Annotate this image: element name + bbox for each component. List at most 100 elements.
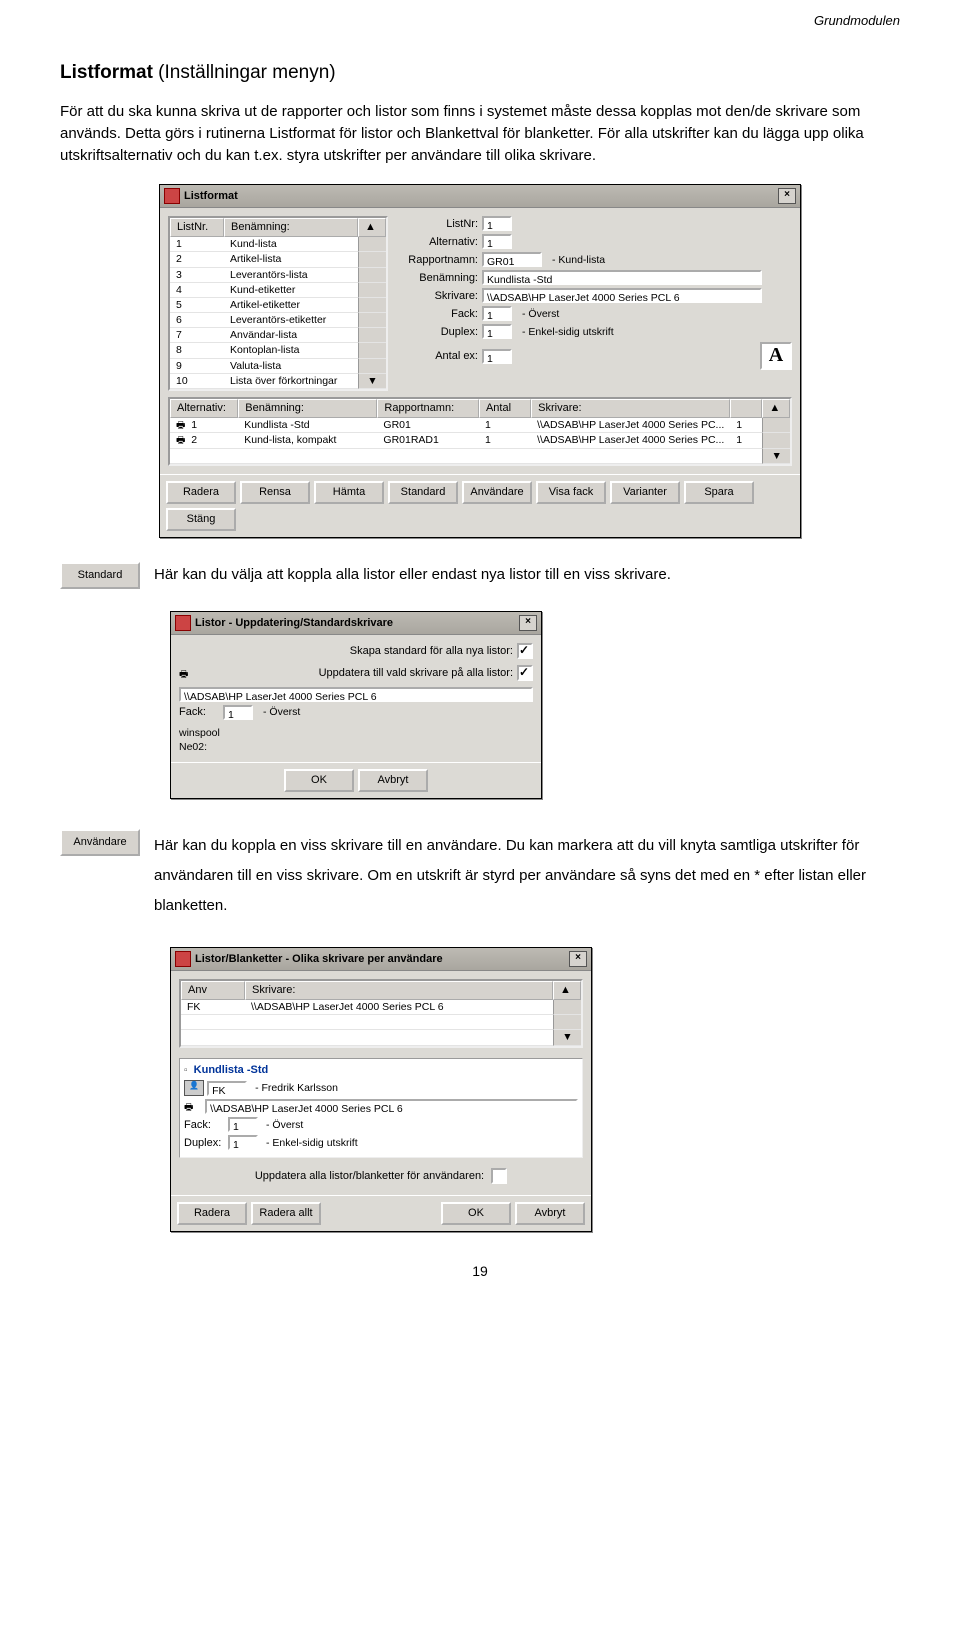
listformat-window: Listformat × ListNr. Benämning: ▲ 1Kund-… xyxy=(159,184,801,537)
col-alt: Alternativ: xyxy=(170,399,238,418)
col-anv: Anv xyxy=(181,981,245,1000)
duplex-desc: - Enkel-sidig utskrift xyxy=(522,325,614,339)
list-table[interactable]: ListNr. Benämning: ▲ 1Kund-lista 2Artike… xyxy=(168,216,388,391)
skrivare-field[interactable]: \\ADSAB\HP LaserJet 4000 Series PCL 6 xyxy=(482,288,762,303)
rensa-button[interactable]: Rensa xyxy=(240,481,310,504)
uppdatera-alla-checkbox[interactable] xyxy=(491,1168,507,1184)
list-item[interactable]: Leverantörs-lista xyxy=(224,268,358,283)
label-rapportnamn: Rapportnamn: xyxy=(398,253,482,268)
fack-field[interactable]: 1 xyxy=(228,1117,258,1132)
fack-desc: - Överst xyxy=(522,307,559,321)
app-icon xyxy=(175,951,191,967)
fk-field[interactable]: FK xyxy=(207,1081,247,1096)
ok-button[interactable]: OK xyxy=(284,769,354,792)
varianter-button[interactable]: Varianter xyxy=(610,481,680,504)
page-number: 19 xyxy=(60,1262,900,1281)
label-fack: Fack: xyxy=(398,307,482,322)
list-item[interactable]: Kontoplan-lista xyxy=(224,343,358,358)
list-item[interactable]: Leverantörs-etiketter xyxy=(224,313,358,328)
benamning-field[interactable]: Kundlista -Std xyxy=(482,270,762,285)
table-row[interactable]: FK\\ADSAB\HP LaserJet 4000 Series PCL 6 xyxy=(181,1000,581,1015)
uppdatera-checkbox[interactable] xyxy=(517,665,533,681)
rapportnamn-field[interactable]: GR01 xyxy=(482,252,542,267)
radera-button[interactable]: Radera xyxy=(177,1202,247,1225)
label-benamning: Benämning: xyxy=(398,271,482,286)
label-fack: Fack: xyxy=(179,705,223,720)
alternatives-table[interactable]: Alternativ: Benämning: Rapportnamn: Anta… xyxy=(168,397,792,466)
printer-field[interactable]: \\ADSAB\HP LaserJet 4000 Series PCL 6 xyxy=(179,687,533,702)
printer-icon xyxy=(179,662,188,684)
radera-allt-button[interactable]: Radera allt xyxy=(251,1202,321,1225)
printer-field[interactable]: \\ADSAB\HP LaserJet 4000 Series PCL 6 xyxy=(205,1099,578,1114)
label-skrivare: Skrivare: xyxy=(398,289,482,304)
label-duplex: Duplex: xyxy=(398,325,482,340)
close-icon[interactable]: × xyxy=(519,615,537,631)
list-item[interactable]: Kund-lista xyxy=(224,237,358,252)
hamta-button[interactable]: Hämta xyxy=(314,481,384,504)
stang-button[interactable]: Stäng xyxy=(166,508,236,531)
col-ben: Benämning: xyxy=(238,399,377,418)
table-row[interactable]: 2 Kund-lista, kompaktGR01RAD11\\ADSAB\HP… xyxy=(170,433,790,449)
list-item[interactable]: Artikel-etiketter xyxy=(224,298,358,313)
titlebar: Listformat × xyxy=(160,185,800,208)
avbryt-button[interactable]: Avbryt xyxy=(515,1202,585,1225)
label-uppdatera-alla: Uppdatera alla listor/blanketter för anv… xyxy=(255,1169,488,1184)
anvandare-section-button[interactable]: Användare xyxy=(60,829,140,856)
skapa-standard-checkbox[interactable] xyxy=(517,643,533,659)
duplex-field[interactable]: 1 xyxy=(482,324,512,339)
duplex-desc: - Enkel-sidig utskrift xyxy=(266,1136,358,1150)
window-title: Listor - Uppdatering/Standardskrivare xyxy=(195,616,519,631)
scroll-up-icon[interactable]: ▲ xyxy=(553,981,581,1000)
selected-list: Kundlista -Std xyxy=(194,1063,269,1078)
ok-button[interactable]: OK xyxy=(441,1202,511,1225)
window-title: Listor/Blanketter - Olika skrivare per a… xyxy=(195,952,569,967)
col-skrivare: Skrivare: xyxy=(531,399,730,418)
col-blank xyxy=(730,399,762,418)
scroll-down-icon[interactable]: ▼ xyxy=(358,374,386,389)
label-uppdatera: Uppdatera till vald skrivare på alla lis… xyxy=(196,666,517,681)
close-icon[interactable]: × xyxy=(569,951,587,967)
window-title: Listformat xyxy=(184,189,778,204)
rapportnamn-desc: - Kund-lista xyxy=(552,253,605,267)
label-listnr: ListNr: xyxy=(398,217,482,232)
duplex-field[interactable]: 1 xyxy=(228,1135,258,1150)
standard-button[interactable]: Standard xyxy=(388,481,458,504)
scroll-up-icon[interactable]: ▲ xyxy=(762,399,790,418)
listnr-field[interactable]: 1 xyxy=(482,216,512,231)
heading: Listformat (Inställningar menyn) xyxy=(60,60,900,86)
label-skapa-standard: Skapa standard för alla nya listor: xyxy=(350,644,517,659)
avbryt-button[interactable]: Avbryt xyxy=(358,769,428,792)
extra-text: winspool xyxy=(179,726,533,740)
scroll-down-icon[interactable]: ▼ xyxy=(553,1030,581,1045)
scroll-up-icon[interactable]: ▲ xyxy=(358,218,386,237)
col-listnr: ListNr. xyxy=(170,218,224,237)
page-header: Grundmodulen xyxy=(60,12,900,30)
fack-field[interactable]: 1 xyxy=(223,705,253,720)
close-icon[interactable]: × xyxy=(778,188,796,204)
list-item[interactable]: Valuta-lista xyxy=(224,359,358,374)
list-item[interactable]: Lista över förkortningar xyxy=(224,374,358,389)
table-row[interactable]: 1 Kundlista -StdGR011\\ADSAB\HP LaserJet… xyxy=(170,418,790,434)
radera-button[interactable]: Radera xyxy=(166,481,236,504)
fack-desc: - Överst xyxy=(266,1118,303,1132)
antalex-field[interactable]: 1 xyxy=(482,349,512,364)
intro-paragraph: För att du ska kunna skriva ut de rappor… xyxy=(60,101,900,166)
spara-button[interactable]: Spara xyxy=(684,481,754,504)
anv-table[interactable]: Anv Skrivare: ▲ FK\\ADSAB\HP LaserJet 40… xyxy=(179,979,583,1047)
extra-text: Ne02: xyxy=(179,740,533,754)
fk-desc: - Fredrik Karlsson xyxy=(255,1081,338,1095)
font-indicator[interactable]: A xyxy=(760,342,792,370)
heading-sub: (Inställningar menyn) xyxy=(153,62,336,83)
label-duplex: Duplex: xyxy=(184,1136,228,1151)
fack-field[interactable]: 1 xyxy=(482,306,512,321)
visafack-button[interactable]: Visa fack xyxy=(536,481,606,504)
alternativ-field[interactable]: 1 xyxy=(482,234,512,249)
list-item[interactable]: Användar-lista xyxy=(224,328,358,343)
standard-section-button[interactable]: Standard xyxy=(60,562,140,589)
anvandare-button[interactable]: Användare xyxy=(462,481,532,504)
scroll-down-icon[interactable]: ▼ xyxy=(762,449,790,464)
list-item[interactable]: Kund-etiketter xyxy=(224,283,358,298)
standard-section-text: Här kan du välja att koppla alla listor … xyxy=(154,564,900,586)
list-item[interactable]: Artikel-lista xyxy=(224,252,358,267)
printer-icon xyxy=(176,419,185,431)
